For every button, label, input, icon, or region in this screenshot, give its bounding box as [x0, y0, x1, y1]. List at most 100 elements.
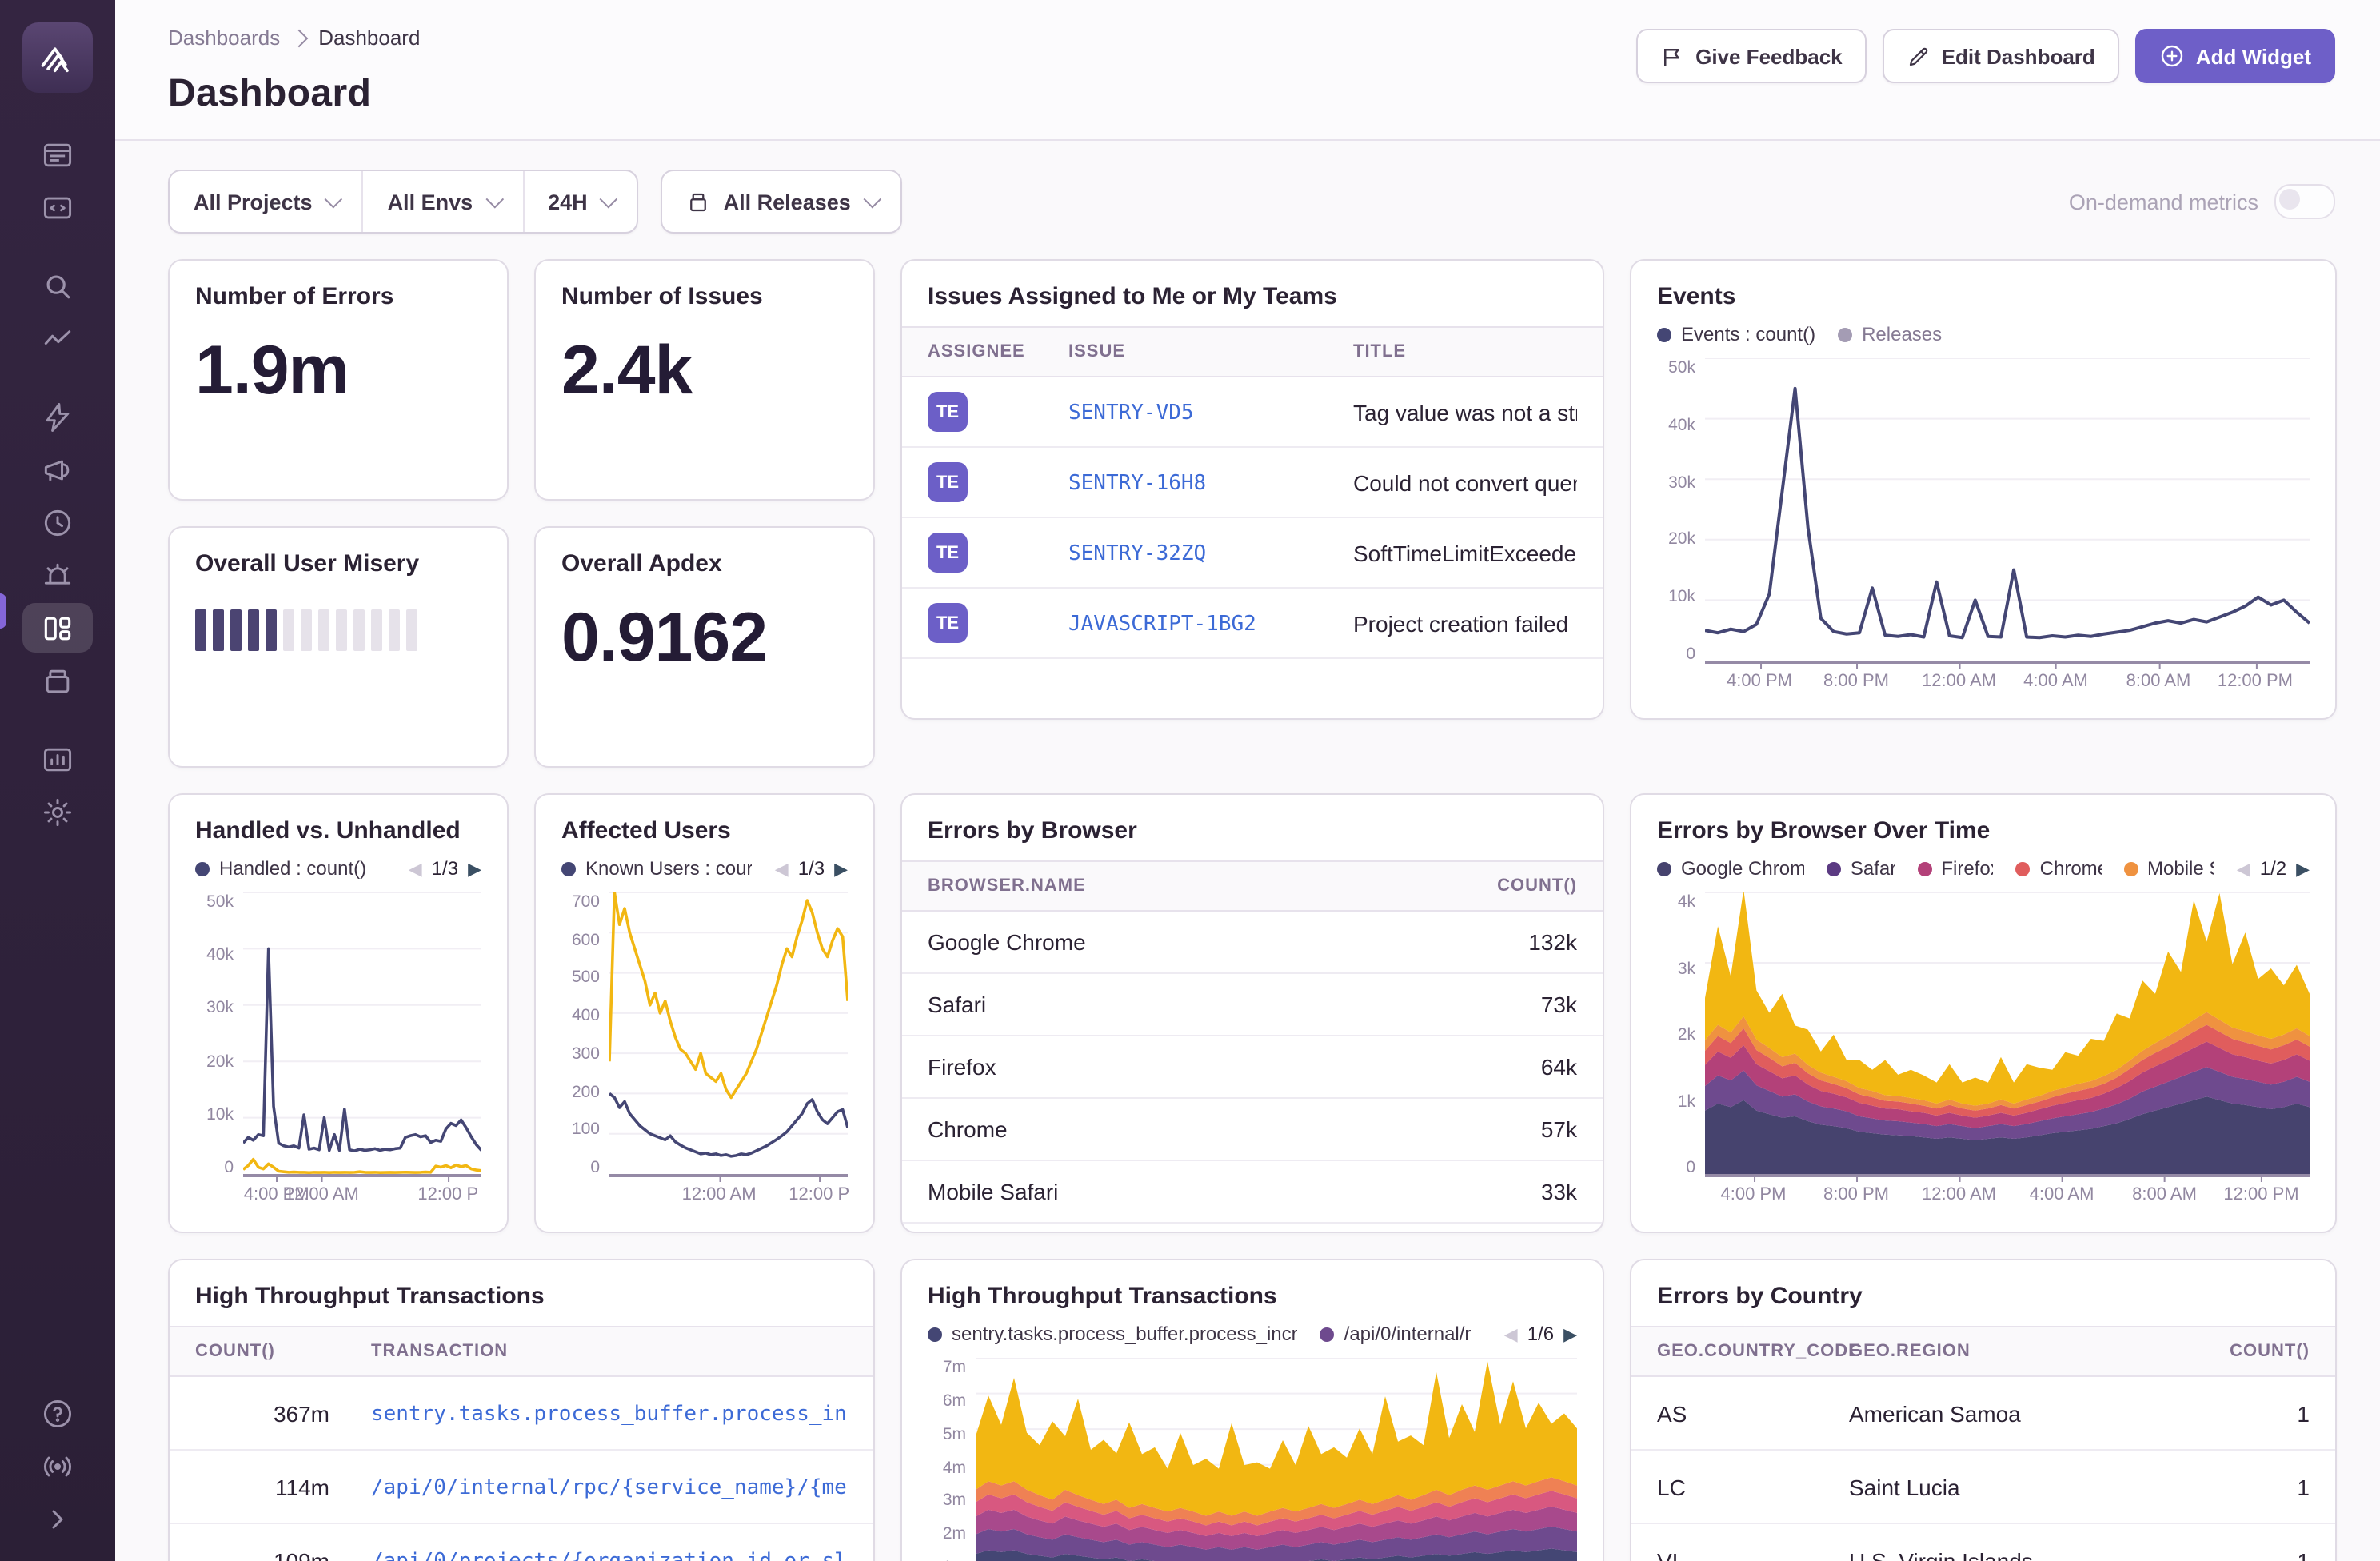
legend-item[interactable]: Mobile S: [2123, 857, 2214, 880]
col-transaction[interactable]: TRANSACTION: [371, 1342, 848, 1361]
sidebar-item-metrics[interactable]: [22, 313, 93, 363]
prev-page-icon[interactable]: ◀: [409, 858, 422, 879]
col-count[interactable]: COUNT(): [195, 1342, 371, 1361]
legend-item[interactable]: Known Users : cour: [561, 857, 753, 880]
sidebar-item-replays[interactable]: [22, 497, 93, 547]
col-issue[interactable]: ISSUE: [1068, 342, 1353, 361]
col-browser-name[interactable]: BROWSER.NAME: [928, 876, 1433, 896]
table-row: VI U.S. Virgin Islands 1: [1631, 1524, 2335, 1561]
issue-link[interactable]: SENTRY-VD5: [1068, 401, 1194, 425]
transaction-link[interactable]: /api/0/internal/rpc/{service_name}/{meth…: [371, 1476, 848, 1500]
widget-title: Errors by Country: [1657, 1283, 1863, 1310]
main-content: Dashboards Dashboard Dashboard Give Feed…: [115, 0, 2380, 1561]
y-axis-labels: 50k 40k 30k 20k 10k 0: [1668, 358, 1695, 664]
date-range-filter[interactable]: 24H: [522, 171, 637, 232]
transaction-link[interactable]: sentry.tasks.process_buffer.process_incr: [371, 1403, 848, 1427]
legend-dot: [1917, 861, 1932, 876]
browser-stacked-area-chart: [1705, 892, 2310, 1177]
col-count[interactable]: COUNT(): [2198, 1342, 2310, 1361]
widget-title: Errors by Browser Over Time: [1657, 817, 1991, 844]
y-axis-labels: 4k 3k 2k 1k 0: [1677, 892, 1695, 1177]
sentry-logo[interactable]: [22, 22, 93, 93]
table-row: Google Chrome 132k: [902, 912, 1603, 974]
legend-item[interactable]: Safari: [1826, 857, 1895, 880]
give-feedback-button[interactable]: Give Feedback: [1636, 29, 1867, 83]
legend-item[interactable]: /api/0/internal/r: [1320, 1323, 1471, 1345]
sidebar-item-issues[interactable]: [22, 130, 93, 179]
chart-legend: Known Users : cour ◀ 1/3 ▶: [561, 854, 848, 883]
sidebar-item-dashboards[interactable]: [22, 603, 93, 653]
sidebar-item-alerts[interactable]: [22, 550, 93, 600]
collapse-sidebar-icon[interactable]: [22, 1494, 93, 1543]
widget-errors-by-browser-over-time: Errors by Browser Over Time Google Chrom…: [1630, 793, 2337, 1233]
avatar: TE: [928, 462, 968, 502]
header-actions: Give Feedback Edit Dashboard Add Widget: [1636, 26, 2335, 83]
col-region[interactable]: GEO.REGION: [1849, 1342, 2198, 1361]
widget-title: Overall Apdex: [561, 550, 722, 577]
table-row: 114m /api/0/internal/rpc/{service_name}/…: [170, 1451, 873, 1524]
widget-title: Issues Assigned to Me or My Teams: [928, 283, 1337, 310]
legend-dot: [1838, 327, 1853, 341]
legend-dot: [561, 861, 576, 876]
browser-table: BROWSER.NAME COUNT() Google Chrome 132k S…: [902, 860, 1603, 1232]
legend-item[interactable]: Google Chrome: [1657, 857, 1804, 880]
legend-pagination: ◀ 1/3 ▶: [775, 857, 848, 880]
widget-title: Affected Users: [561, 817, 731, 844]
big-number-value: 0.9162: [561, 600, 768, 677]
project-filter[interactable]: All Projects: [170, 171, 362, 232]
legend-item[interactable]: Chrome: [2015, 857, 2101, 880]
col-assignee[interactable]: ASSIGNEE: [928, 342, 1068, 361]
legend-dot: [1657, 861, 1671, 876]
widget-number-of-issues: Number of Issues 2.4k: [534, 259, 875, 501]
country-table: GEO.COUNTRY_CODE GEO.REGION COUNT() AS Am…: [1631, 1326, 2335, 1561]
add-widget-button[interactable]: Add Widget: [2134, 29, 2335, 83]
legend-item[interactable]: Releases: [1838, 323, 1942, 345]
x-axis-labels: 4:00 PM 8:00 PM 12:00 AM 4:00 AM 8:00 AM 12:0…: [1720, 1176, 2299, 1204]
widget-title: Errors by Browser: [928, 817, 1137, 844]
avatar: TE: [928, 533, 968, 573]
sidebar-item-performance[interactable]: [22, 392, 93, 441]
throughput-stacked-area-chart: [976, 1358, 1577, 1561]
widget-handled-vs-unhandled: Handled vs. Unhandled Handled : count() …: [168, 793, 509, 1233]
legend-item[interactable]: sentry.tasks.process_buffer.process_incr: [928, 1323, 1298, 1345]
broadcast-icon[interactable]: [22, 1441, 93, 1491]
next-page-icon[interactable]: ▶: [2296, 858, 2310, 879]
issue-link[interactable]: SENTRY-16H8: [1068, 472, 1206, 496]
next-page-icon[interactable]: ▶: [468, 858, 481, 879]
sidebar-bottom-group: [22, 1387, 93, 1545]
col-count[interactable]: COUNT(): [1433, 876, 1577, 896]
legend-item[interactable]: Firefox: [1917, 857, 1994, 880]
legend-item[interactable]: Events : count(): [1657, 323, 1815, 345]
next-page-icon[interactable]: ▶: [834, 858, 848, 879]
help-icon[interactable]: [22, 1388, 93, 1438]
breadcrumb-dashboards-link[interactable]: Dashboards: [168, 26, 280, 50]
legend-item[interactable]: Handled : count(): [195, 857, 366, 880]
issue-link[interactable]: JAVASCRIPT-1BG2: [1068, 613, 1256, 637]
widget-high-throughput-chart: High Throughput Transactions sentry.task…: [900, 1259, 1604, 1561]
sidebar-item-search[interactable]: [22, 261, 93, 310]
prev-page-icon[interactable]: ◀: [2237, 858, 2250, 879]
sidebar-item-projects[interactable]: [22, 182, 93, 232]
prev-page-icon[interactable]: ◀: [1504, 1323, 1518, 1344]
sidebar-item-settings[interactable]: [22, 787, 93, 836]
transaction-link[interactable]: /api/0/projects/{organization_id_or_slug…: [371, 1550, 848, 1561]
release-filter[interactable]: All Releases: [663, 171, 900, 232]
widget-high-throughput-table: High Throughput Transactions COUNT() TRA…: [168, 1259, 875, 1561]
prev-page-icon[interactable]: ◀: [775, 858, 789, 879]
legend-pagination: ◀ 1/2 ▶: [2237, 857, 2310, 880]
sidebar-item-stats[interactable]: [22, 734, 93, 784]
sidebar-item-user-feedback[interactable]: [22, 445, 93, 494]
table-row: 367m sentry.tasks.process_buffer.process…: [170, 1377, 873, 1451]
edit-dashboard-button[interactable]: Edit Dashboard: [1882, 29, 2119, 83]
on-demand-toggle[interactable]: [2274, 184, 2335, 219]
environment-filter[interactable]: All Envs: [361, 171, 523, 232]
col-title[interactable]: TITLE: [1353, 342, 1577, 361]
issue-title: Project creation failed: [1353, 610, 1569, 636]
sidebar-item-releases[interactable]: [22, 656, 93, 705]
next-page-icon[interactable]: ▶: [1563, 1323, 1577, 1344]
chevron-down-icon: [600, 190, 618, 209]
col-country-code[interactable]: GEO.COUNTRY_CODE: [1657, 1342, 1860, 1361]
widget-events: Events Events : count() Releases 50k 40k 3…: [1630, 259, 2337, 720]
table-row: Firefox 64k: [902, 1036, 1603, 1099]
issue-link[interactable]: SENTRY-32ZQ: [1068, 542, 1206, 566]
